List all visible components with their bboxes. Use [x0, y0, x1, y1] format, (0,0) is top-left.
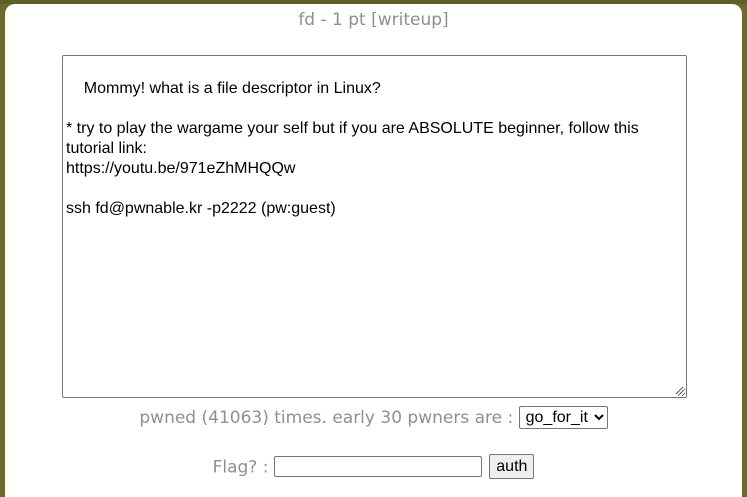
pwned-count-text: pwned (41063) times. early 30 pwners are…	[139, 408, 514, 428]
resize-grip-icon[interactable]	[675, 386, 684, 395]
challenge-title: fd - 1 pt [writeup]	[298, 10, 449, 30]
early-pwners-select[interactable]: go_for_it	[518, 406, 608, 429]
flag-form: Flag? : auth	[5, 454, 742, 479]
challenge-description-text: Mommy! what is a file descriptor in Linu…	[66, 80, 639, 217]
flag-input[interactable]	[273, 455, 482, 477]
pwners-row: pwned (41063) times. early 30 pwners are…	[5, 406, 742, 429]
challenge-description-textarea[interactable]: Mommy! what is a file descriptor in Linu…	[62, 55, 687, 398]
flag-label: Flag? :	[212, 457, 269, 478]
auth-button[interactable]: auth	[489, 454, 535, 479]
challenge-dialog: fd - 1 pt [writeup] Mommy! what is a fil…	[5, 4, 742, 497]
